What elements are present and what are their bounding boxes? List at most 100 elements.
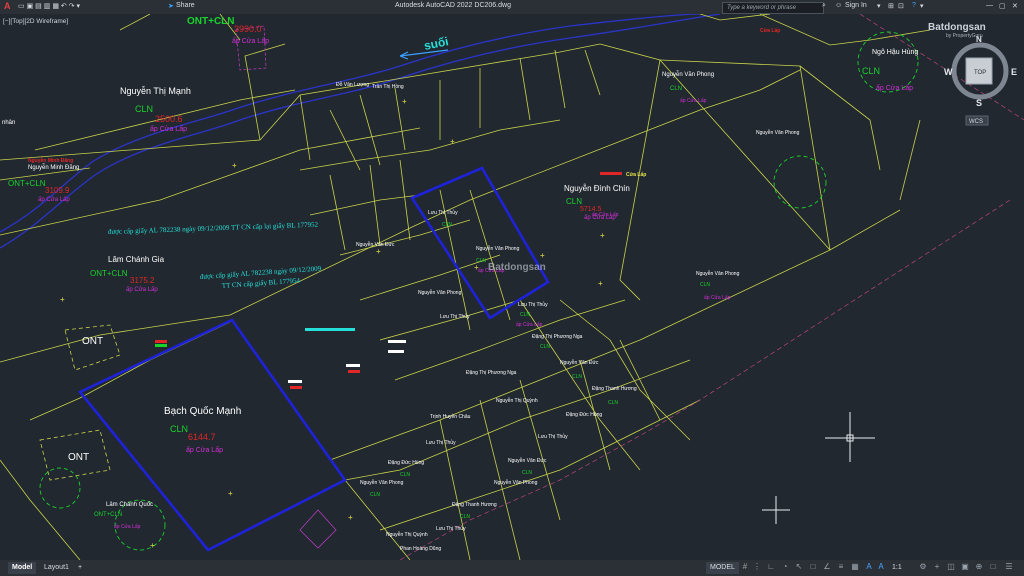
owner-label: Đặng Đức Hùng: [566, 412, 602, 418]
customize-menu-icon[interactable]: ☰: [1004, 562, 1014, 572]
add-layout-button[interactable]: +: [74, 562, 86, 574]
owner-label: Bạch Quốc Mạnh: [164, 405, 241, 417]
area-label: 3109.9: [45, 186, 70, 195]
area-label: 3175.2: [130, 276, 155, 285]
search-input[interactable]: Type a keyword or phrase: [722, 2, 824, 14]
search-icon[interactable]: ⌕: [822, 2, 826, 10]
cln-label: CLN: [520, 312, 530, 318]
owner-label: Đặng Đức Hùng: [388, 460, 424, 466]
grid-icon[interactable]: #: [740, 562, 750, 572]
maximize-icon[interactable]: ▢: [999, 2, 1006, 10]
lineweight-icon[interactable]: ≡: [836, 562, 846, 572]
ont-label: ONT: [68, 452, 89, 463]
svg-text:+: +: [598, 279, 603, 288]
hamlet-label: ấp Cửa Lấp: [876, 83, 913, 92]
svg-text:+: +: [228, 489, 233, 498]
hamlet-label: ấp Cửa Lấp: [592, 211, 619, 218]
svg-text:+: +: [348, 513, 353, 522]
owner-label: Lưu Thị Thủy: [428, 209, 458, 216]
snap-icon[interactable]: ⋮: [752, 562, 762, 572]
viewcube-top: TOP: [974, 70, 986, 76]
autocad-logo-icon[interactable]: A: [4, 1, 11, 11]
undo-icon[interactable]: ↶: [61, 3, 67, 10]
viewport-controls[interactable]: [−][Top][2D Wireframe]: [3, 18, 68, 25]
polar-icon[interactable]: ◔: [780, 562, 790, 572]
annotation-icon[interactable]: A: [864, 562, 874, 572]
owner-label: Phan Hoàng Dũng: [400, 546, 441, 552]
watermark-sub: by PropertyGuru: [946, 33, 983, 39]
clean-screen-icon[interactable]: ⊕: [974, 562, 984, 572]
osnap-icon[interactable]: □: [808, 562, 818, 572]
svg-text:Cửa Lấp: Cửa Lấp: [626, 171, 646, 178]
dropdown-icon[interactable]: ▾: [77, 3, 81, 10]
user-icon[interactable]: ☺: [835, 2, 842, 9]
cln-label: CLN: [460, 514, 470, 520]
tab-model[interactable]: Model: [8, 562, 37, 574]
cln-label: CLN: [442, 222, 452, 228]
hamlet-label: ấp Cửa Lấp: [38, 196, 70, 203]
owner-label: Nguyễn Văn Phong: [662, 71, 714, 78]
area-label: 3990.0: [234, 24, 262, 34]
svg-text:+: +: [402, 97, 407, 106]
cart-icon[interactable]: ⊞: [888, 2, 894, 10]
save-icon[interactable]: ▤: [35, 3, 42, 10]
tab-layout1[interactable]: Layout1: [40, 562, 73, 574]
hardware-accel-icon[interactable]: ▣: [960, 562, 970, 572]
isodraft-icon[interactable]: ↖: [794, 562, 804, 572]
model-space-button[interactable]: MODEL: [706, 562, 739, 574]
apps-icon[interactable]: ⊡: [898, 2, 904, 10]
scale-selector[interactable]: 1:1: [888, 562, 906, 574]
owner-label: Nguyễn Đình Chín: [564, 184, 630, 193]
signin-button[interactable]: Sign In: [845, 2, 867, 9]
cln-label: CLN: [566, 197, 582, 206]
owner-label: Nguyễn Văn Phong: [418, 289, 462, 296]
owner-label: Nguyễn Thị Quỳnh: [386, 531, 428, 538]
minimize-icon[interactable]: —: [986, 2, 993, 9]
close-icon[interactable]: ✕: [1012, 2, 1018, 10]
owner-label: Nguyễn Văn Phong: [360, 479, 404, 486]
annotation-visibility-icon[interactable]: A: [876, 562, 886, 572]
svg-text:+: +: [232, 161, 237, 170]
plus-icon[interactable]: +: [932, 562, 942, 572]
folder-icon[interactable]: ▭: [18, 3, 25, 10]
owner-label: Lưu Thị Thủy: [436, 525, 466, 532]
owner-label: Lâm Chánh Gia: [108, 255, 165, 264]
drawing-canvas[interactable]: +++ +++ +++ +++ suối ONT+CLN 3990.0 ấp C…: [0, 14, 1024, 560]
watermark-logo: Batdongsan by PropertyGuru: [928, 22, 986, 39]
otrack-icon[interactable]: ∠: [822, 562, 832, 572]
viewcube-south: S: [976, 98, 982, 108]
help-icon[interactable]: ?: [912, 2, 916, 9]
owner-label: Nguyễn Văn Đức: [356, 241, 395, 248]
cln-label: CLN: [540, 344, 550, 350]
svg-text:+: +: [450, 137, 455, 146]
help-dropdown-icon[interactable]: ▾: [920, 2, 924, 10]
cln-label: CLN: [700, 282, 710, 288]
print-icon[interactable]: ▦: [52, 3, 59, 10]
open-icon[interactable]: ▣: [27, 3, 34, 10]
area-label: 2500.6: [155, 114, 183, 124]
quick-access-toolbar: ▭ ▣ ▤ ▥ ▦ ↶ ↷ ▾: [18, 2, 80, 10]
window-title: Autodesk AutoCAD 2022 DC206.dwg: [395, 2, 511, 9]
share-button[interactable]: Share: [176, 2, 195, 9]
owner-label: Nguyễn Văn Phong: [494, 479, 538, 486]
area-label: 6144.7: [188, 432, 216, 442]
owner-label: Đặng Thanh Hương: [592, 386, 637, 392]
transparency-icon[interactable]: ▦: [850, 562, 860, 572]
units-icon[interactable]: □: [988, 562, 998, 572]
cln-label: CLN: [862, 66, 880, 76]
signin-dropdown-icon[interactable]: ▾: [877, 2, 881, 10]
owner-label: Đặng Thị Phương Nga: [466, 370, 517, 376]
watermark-center: Batdongsan: [488, 262, 546, 273]
owner-label: Đặng Thanh Hương: [452, 502, 497, 508]
owner-label: Lưu Thị Thủy: [538, 433, 568, 440]
saveas-icon[interactable]: ▥: [44, 3, 51, 10]
share-icon[interactable]: ➤: [168, 2, 174, 10]
title-bar: A ▭ ▣ ▤ ▥ ▦ ↶ ↷ ▾ ➤ Share Autodesk AutoC…: [0, 0, 1024, 14]
redo-icon[interactable]: ↷: [69, 3, 75, 10]
hamlet-label: ấp Cửa Lấp: [232, 36, 269, 45]
ortho-icon[interactable]: ∟: [766, 562, 776, 572]
isolate-icon[interactable]: ◫: [946, 562, 956, 572]
cln-label: CLN: [170, 424, 188, 434]
owner-label: Nguyễn Thị Quỳnh: [496, 397, 538, 404]
workspace-icon[interactable]: ⚙: [918, 562, 928, 572]
